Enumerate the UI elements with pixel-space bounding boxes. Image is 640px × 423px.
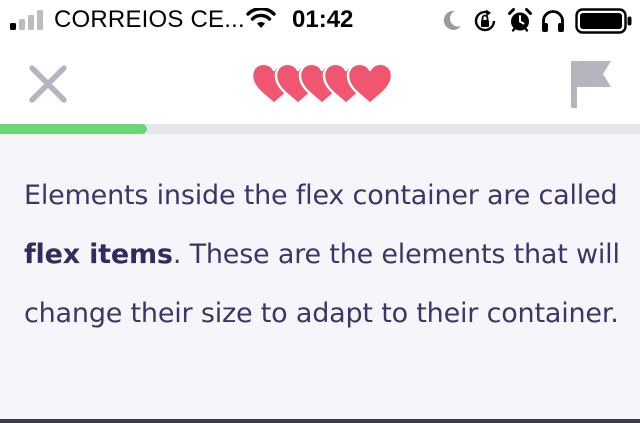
lesson-content: Elements inside the flex container are c… bbox=[0, 134, 640, 419]
status-time: 01:42 bbox=[292, 6, 354, 33]
progress-fill bbox=[0, 124, 148, 134]
alarm-icon bbox=[508, 8, 532, 32]
rotation-lock-icon bbox=[474, 9, 496, 32]
battery-icon bbox=[575, 8, 632, 34]
carrier-name: CORREIOS CE... bbox=[54, 6, 245, 33]
wifi-icon bbox=[246, 8, 276, 28]
lesson-text: Elements inside the flex container are c… bbox=[24, 166, 624, 343]
status-bar: CORREIOS CE... 01:42 bbox=[0, 0, 640, 44]
headphones-icon bbox=[542, 10, 564, 32]
lesson-term-flex-items: flex items bbox=[24, 239, 173, 270]
signal-icon bbox=[10, 10, 43, 30]
lesson-header bbox=[0, 44, 640, 124]
lesson-text-start: Elements inside the flex container are c… bbox=[24, 180, 618, 211]
lesson-progress-bar bbox=[0, 124, 640, 134]
bottom-divider bbox=[0, 419, 640, 423]
moon-icon bbox=[443, 10, 461, 30]
close-icon[interactable] bbox=[26, 62, 70, 106]
flag-icon[interactable] bbox=[568, 58, 614, 110]
lives-hearts bbox=[250, 62, 392, 106]
